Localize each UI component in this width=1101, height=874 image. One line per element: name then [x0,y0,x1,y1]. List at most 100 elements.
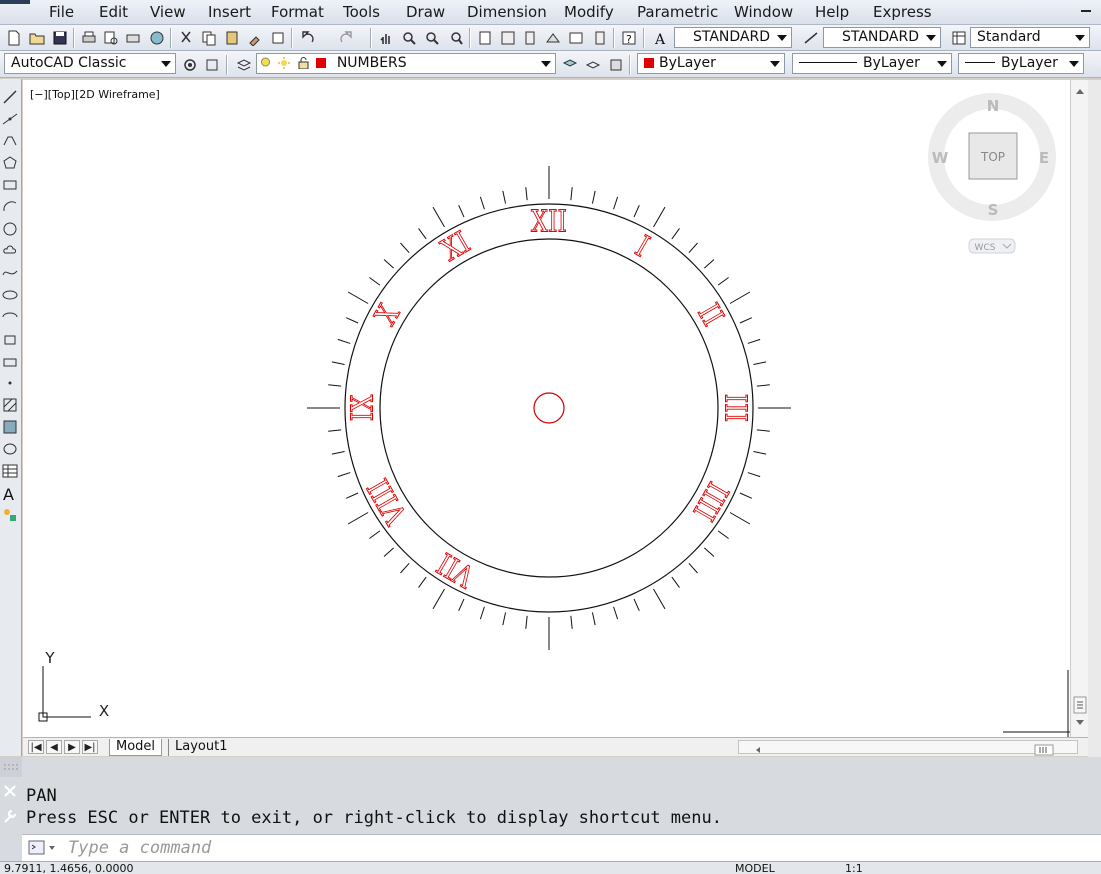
properties-icon[interactable] [475,28,494,47]
vertical-scrollbar[interactable] [1070,80,1088,737]
layer-previous-icon[interactable] [583,55,602,74]
annotation-scale[interactable]: 1:1 [845,862,863,874]
first-tab-icon[interactable]: |◀ [28,740,44,754]
menu-parametric[interactable]: Parametric [637,3,718,21]
redo-icon[interactable] [336,28,355,47]
print-icon[interactable] [79,28,98,47]
menu-help[interactable]: Help [815,3,849,21]
next-tab-icon[interactable]: ▶ [64,740,80,754]
prev-tab-icon[interactable]: ◀ [46,740,62,754]
hscroll-thumb[interactable] [1034,744,1054,756]
dim-style-icon[interactable] [801,28,820,47]
menu-view[interactable]: View [150,3,186,21]
markup-set-icon[interactable] [566,28,585,47]
compass-north[interactable]: N [987,97,1000,115]
zoom-window-icon[interactable] [422,28,441,47]
make-block-icon[interactable] [2,353,18,369]
menu-format[interactable]: Format [271,3,324,21]
make-current-layer-icon[interactable] [560,55,579,74]
scroll-left-icon[interactable] [756,747,760,753]
arc-icon[interactable] [2,199,18,215]
plot-preview-icon[interactable] [101,28,120,47]
command-input[interactable]: Type a command [22,834,1101,861]
compass-south[interactable]: S [988,201,999,219]
design-center-icon[interactable] [498,28,517,47]
command-grip[interactable] [0,757,22,777]
undo-icon[interactable] [298,28,317,47]
3d-print-icon[interactable] [147,28,166,47]
layer-select[interactable]: NUMBERS [256,53,556,74]
zoom-realtime-icon[interactable] [399,28,418,47]
sheet-set-icon[interactable] [543,28,562,47]
close-icon[interactable] [2,783,18,799]
menu-tools[interactable]: Tools [343,3,380,21]
viewcube[interactable]: TOP N S W E WCS [928,93,1056,254]
open-file-icon[interactable] [27,28,46,47]
rectangle-icon[interactable] [2,177,18,193]
app-icon[interactable] [0,0,30,4]
wrench-icon[interactable] [2,808,18,824]
point-icon[interactable] [2,375,18,391]
scroll-up-icon[interactable] [1076,89,1084,94]
insert-block-icon[interactable] [2,331,18,347]
lineweight-select[interactable]: ByLayer [958,53,1084,74]
add-selected-icon[interactable] [2,507,18,523]
paste-icon[interactable] [222,28,241,47]
linetype-select[interactable]: ByLayer [792,53,952,74]
menu-modify[interactable]: Modify [564,3,614,21]
layer-state-icon[interactable] [606,55,625,74]
tab-model[interactable]: Model [109,739,163,756]
menu-express[interactable]: Express [873,3,932,21]
command-prompt-icon[interactable] [28,840,58,856]
model-space-toggle[interactable]: MODEL [735,862,775,874]
compass-west[interactable]: W [932,149,949,167]
hatch-icon[interactable] [2,397,18,413]
last-tab-icon[interactable]: ▶| [82,740,98,754]
minimize-button[interactable] [1081,10,1091,12]
workspace-select[interactable]: AutoCAD Classic [4,53,176,74]
calculator-icon[interactable] [590,28,609,47]
tab-layout1[interactable]: Layout1 [168,739,233,756]
ellipse-icon[interactable] [2,287,18,303]
polygon-icon[interactable] [2,155,18,171]
horizontal-scrollbar[interactable] [738,740,1078,756]
help-icon[interactable]: ? [619,28,638,47]
publish-icon[interactable] [123,28,142,47]
new-file-icon[interactable] [4,28,23,47]
zoom-previous-icon[interactable] [446,28,465,47]
dim-style-select[interactable]: STANDARD [823,27,941,48]
workspace-gear-icon[interactable] [202,55,221,74]
circle-icon[interactable] [2,221,18,237]
revcloud-icon[interactable] [2,243,18,259]
text-style-select[interactable]: STANDARD [674,27,792,48]
menu-edit[interactable]: Edit [99,3,128,21]
text-style-icon[interactable]: A [652,28,671,47]
table-style-select[interactable]: Standard [970,27,1090,48]
tool-palettes-icon[interactable] [520,28,539,47]
scroll-down-icon[interactable] [1076,720,1084,725]
drawing-canvas[interactable]: [−][Top][2D Wireframe] XII I II III IIII VII V… [23,80,1070,737]
pan-icon[interactable] [376,28,395,47]
table-style-icon[interactable] [949,28,968,47]
spline-icon[interactable] [2,265,18,281]
copy-icon[interactable] [199,28,218,47]
match-properties-icon[interactable] [245,28,264,47]
workspace-settings-icon[interactable] [180,55,199,74]
color-select[interactable]: ByLayer [637,53,785,74]
ellipse-arc-icon[interactable] [2,309,18,325]
menu-draw[interactable]: Draw [406,3,445,21]
gradient-icon[interactable] [2,419,18,435]
multiline-text-icon[interactable]: A [2,485,18,504]
cut-icon[interactable] [176,28,195,47]
block-editor-icon[interactable] [268,28,287,47]
line-icon[interactable] [2,89,18,105]
compass-east[interactable]: E [1039,149,1049,167]
layer-manager-icon[interactable] [234,55,253,74]
polyline-icon[interactable] [2,133,18,149]
construction-line-icon[interactable] [2,111,18,127]
menu-dimension[interactable]: Dimension [467,3,547,21]
save-icon[interactable] [50,28,69,47]
menu-window[interactable]: Window [734,3,793,21]
menu-file[interactable]: File [49,3,74,21]
menu-insert[interactable]: Insert [208,3,251,21]
